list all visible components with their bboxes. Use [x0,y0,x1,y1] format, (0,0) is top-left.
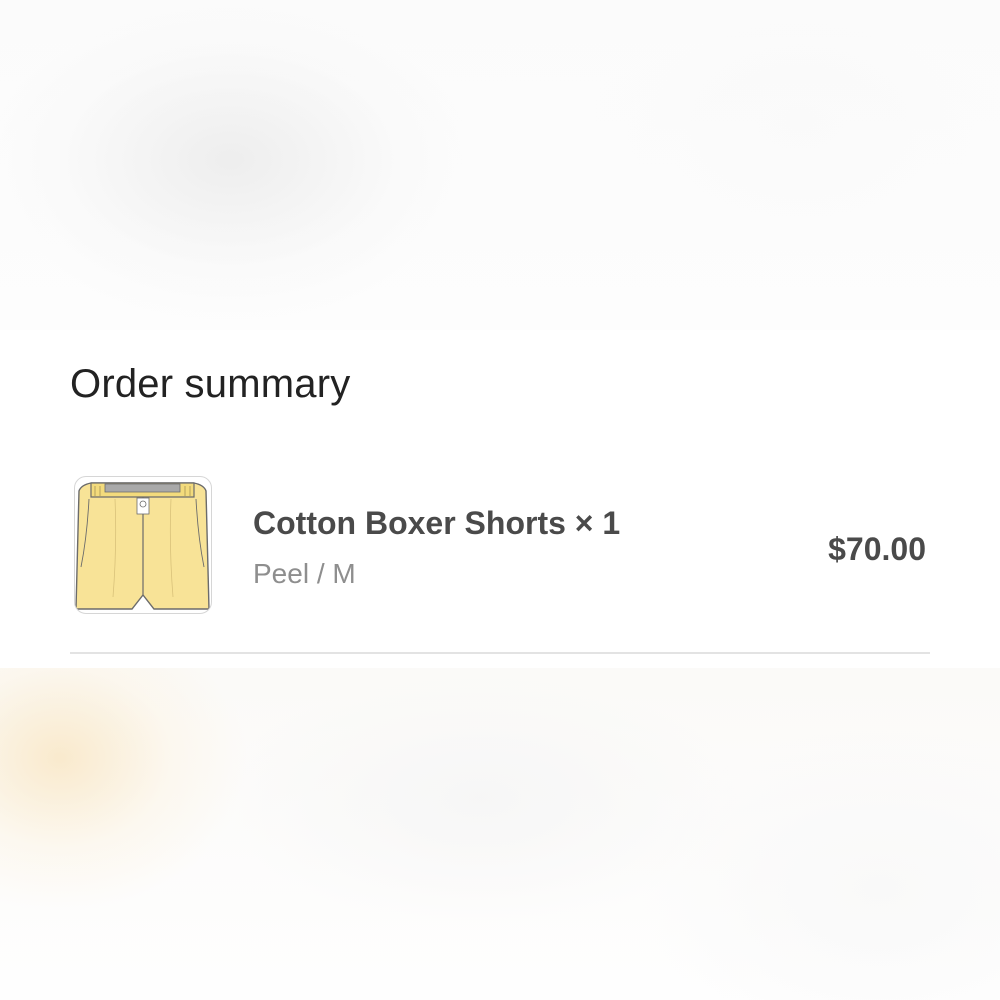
item-price: $70.00 [828,531,926,567]
item-title: Cotton Boxer Shorts × 1 [253,505,621,541]
blurred-background-bottom [0,668,1000,1000]
item-variant: Peel / M [253,558,356,589]
boxer-shorts-image [75,482,210,610]
product-thumbnail [74,476,212,614]
blurred-background-top [0,0,1000,330]
order-summary-panel: Order summary Cotton Boxer Shorts × 1 Pe… [0,330,1000,668]
order-summary-heading: Order summary [70,362,351,406]
divider [70,652,930,654]
page: Order summary Cotton Boxer Shorts × 1 Pe… [0,0,1000,1000]
